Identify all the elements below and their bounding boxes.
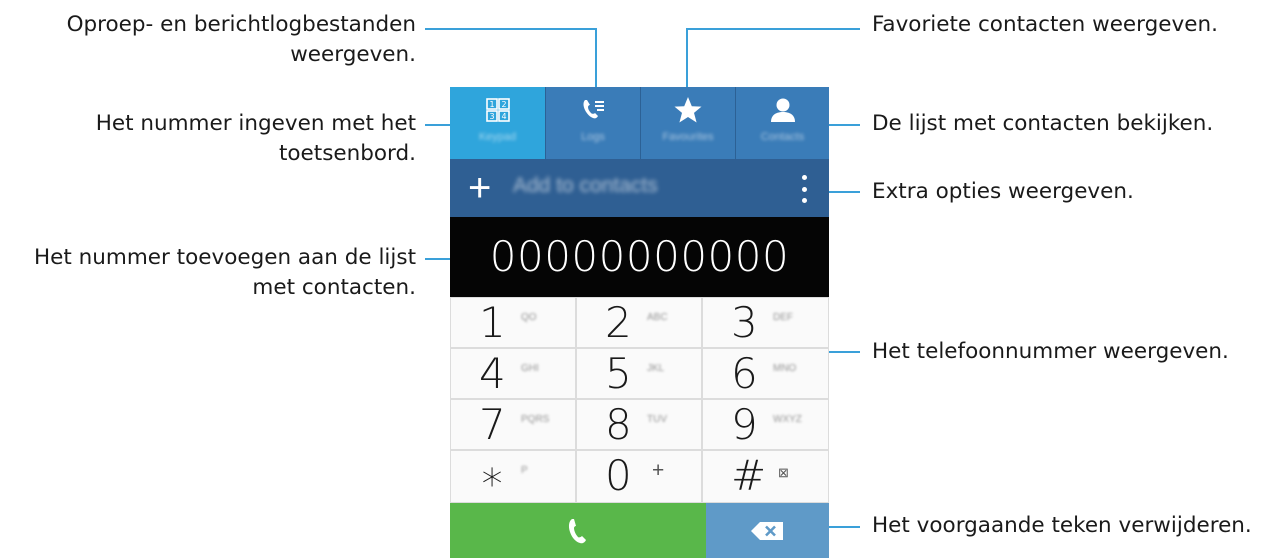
callout-add-contact-line1: Het nummer toevoegen aan de lijst — [33, 245, 416, 270]
mute-icon: ⊠ — [778, 465, 789, 480]
key-letters: + — [652, 459, 665, 482]
key-digit: 0 — [605, 451, 632, 500]
callout-contacts: De lijst met contacten bekijken. — [872, 111, 1214, 136]
star-icon — [641, 95, 735, 125]
key-6[interactable]: 6 MNO — [703, 349, 828, 398]
key-7[interactable]: 7 PQRS — [451, 400, 575, 449]
key-digit: 3 — [731, 298, 758, 347]
key-8[interactable]: 8 TUV — [577, 400, 701, 449]
keypad-icon: 1 2 3 4 — [450, 95, 545, 125]
key-letters: GHI — [521, 363, 539, 374]
key-letters: P — [521, 465, 528, 476]
callout-add-contact-line2: met contacten. — [252, 275, 416, 300]
tab-keypad[interactable]: 1 2 3 4 Keypad — [450, 87, 545, 159]
callout-logs-line1: Oproep- en berichtlogbestanden — [66, 12, 416, 37]
key-star[interactable]: ∗ P — [451, 451, 575, 502]
svg-text:2: 2 — [501, 100, 506, 109]
tab-keypad-label: Keypad — [478, 131, 517, 143]
key-letters: DEF — [773, 312, 793, 323]
key-digit: 8 — [605, 400, 632, 449]
tab-favourites[interactable]: Favourites — [640, 87, 735, 159]
key-5[interactable]: 5 JKL — [577, 349, 701, 398]
key-9[interactable]: 9 WXYZ — [703, 400, 828, 449]
person-icon — [736, 95, 829, 125]
phone-call-icon — [566, 517, 590, 549]
key-letters: QO — [521, 312, 537, 323]
dialed-number: 00000000000 — [489, 232, 790, 281]
key-digit: # — [731, 451, 767, 500]
callout-keypad: Het nummer ingeven met het toetsenbord. — [96, 109, 416, 169]
callout-add-contact: Het nummer toevoegen aan de lijst met co… — [34, 243, 416, 303]
key-letters: PQRS — [521, 414, 550, 425]
phone-screen: 1 2 3 4 Keypad Logs Favourites Contacts … — [450, 87, 829, 558]
key-1[interactable]: 1 QO — [451, 298, 575, 347]
key-digit: 6 — [731, 349, 758, 398]
key-letters: ABC — [647, 312, 668, 323]
add-to-contacts-bar[interactable]: + Add to contacts — [450, 159, 829, 217]
key-digit: 7 — [479, 400, 506, 449]
callout-favourites: Favoriete contacten weergeven. — [872, 12, 1218, 37]
key-digit: 5 — [605, 349, 632, 398]
callout-line-favourites-h — [686, 28, 860, 30]
svg-text:1: 1 — [489, 100, 494, 109]
key-letters: WXYZ — [773, 414, 802, 425]
svg-text:3: 3 — [489, 112, 494, 121]
key-digit: 9 — [731, 400, 758, 449]
callout-logs-line2: weergeven. — [290, 42, 416, 67]
key-2[interactable]: 2 ABC — [577, 298, 701, 347]
callout-keypad-line2: toetsenbord. — [278, 141, 416, 166]
callout-backspace: Het voorgaande teken verwijderen. — [872, 513, 1252, 538]
key-digit: 4 — [479, 349, 506, 398]
key-3[interactable]: 3 DEF — [703, 298, 828, 347]
backspace-icon — [750, 521, 784, 545]
tab-bar: 1 2 3 4 Keypad Logs Favourites Contacts — [450, 87, 829, 159]
key-digit: ∗ — [479, 451, 506, 500]
key-letters: MNO — [773, 363, 797, 374]
callout-logs: Oproep- en berichtlogbestanden weergeven… — [67, 10, 416, 70]
key-digit: 2 — [605, 298, 632, 347]
more-dot — [801, 198, 807, 203]
tab-logs-label: Logs — [581, 131, 605, 143]
number-display: 00000000000 — [450, 217, 829, 297]
tab-logs[interactable]: Logs — [545, 87, 640, 159]
svg-text:4: 4 — [501, 112, 506, 121]
call-log-icon — [546, 95, 640, 125]
callout-keypad-line1: Het nummer ingeven met het — [95, 111, 416, 136]
callout-number: Het telefoonnummer weergeven. — [872, 339, 1229, 364]
bottom-action-bar — [450, 503, 829, 558]
tab-contacts-label: Contacts — [760, 131, 805, 143]
key-digit: 1 — [479, 298, 506, 347]
more-dot — [801, 175, 807, 180]
tab-favourites-label: Favourites — [662, 131, 714, 143]
more-dot — [801, 186, 807, 192]
key-0[interactable]: 0 + — [577, 451, 701, 502]
key-4[interactable]: 4 GHI — [451, 349, 575, 398]
call-button[interactable] — [450, 503, 706, 558]
key-hash[interactable]: # ⊠ — [703, 451, 828, 502]
callout-more-options: Extra opties weergeven. — [872, 179, 1134, 204]
key-letters: TUV — [647, 414, 667, 425]
callout-line-logs-h — [425, 28, 597, 30]
add-to-contacts-label: Add to contacts — [513, 174, 658, 197]
key-letters: JKL — [647, 363, 665, 374]
more-options-icon[interactable] — [801, 175, 807, 203]
tab-contacts[interactable]: Contacts — [735, 87, 829, 159]
dial-keypad: 1 QO 2 ABC 3 DEF 4 GHI 5 JKL 6 MNO 7 PQR… — [450, 297, 829, 503]
plus-icon[interactable]: + — [468, 165, 491, 211]
backspace-button[interactable] — [706, 503, 829, 558]
